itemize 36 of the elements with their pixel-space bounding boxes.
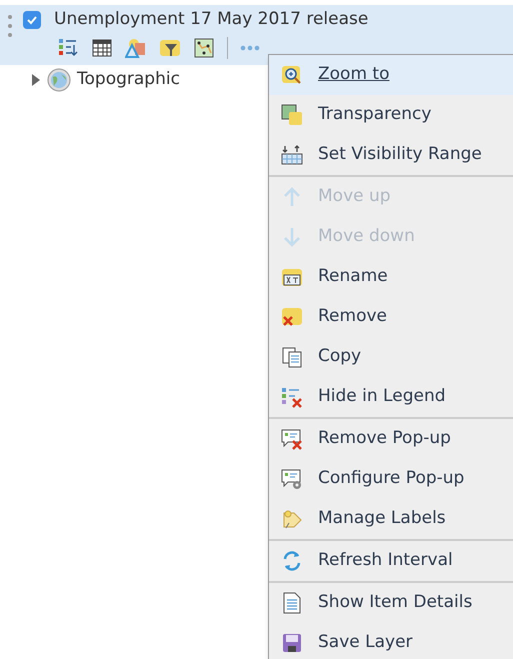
table-icon[interactable] — [91, 37, 113, 59]
globe-icon — [47, 68, 71, 92]
copy-icon — [281, 346, 303, 368]
label-tag-icon — [281, 508, 303, 530]
legend-hide-icon — [281, 386, 303, 408]
menu-item[interactable]: Show Item Details — [269, 583, 513, 623]
menu-item[interactable]: Refresh Interval — [269, 541, 513, 581]
menu-item[interactable]: Copy — [269, 337, 513, 377]
basemap-title: Topographic — [77, 68, 180, 92]
menu-item[interactable]: Rename — [269, 257, 513, 297]
menu-item[interactable]: Set Visibility Range — [269, 135, 513, 175]
expand-arrow-icon[interactable] — [31, 74, 41, 86]
menu-item[interactable]: Remove Pop-up — [269, 419, 513, 459]
popup-remove-icon — [281, 428, 303, 450]
filter-icon[interactable] — [159, 37, 181, 59]
popup-gear-icon — [281, 468, 303, 490]
down-arrow-icon — [281, 226, 303, 248]
layer-checkbox[interactable] — [23, 11, 41, 29]
rename-icon — [281, 266, 303, 288]
layers-icon — [281, 104, 303, 126]
zoom-in-icon — [281, 64, 303, 86]
menu-item[interactable]: Save Layer — [269, 623, 513, 659]
menu-item[interactable]: Manage Labels — [269, 499, 513, 539]
check-icon — [26, 14, 38, 26]
menu-item[interactable]: Remove — [269, 297, 513, 337]
range-icon — [281, 144, 303, 166]
remove-icon — [281, 306, 303, 328]
layer-row[interactable]: Unemployment 17 May 2017 release — [0, 5, 513, 65]
menu-item[interactable]: Transparency — [269, 95, 513, 135]
menu-item[interactable]: Hide in Legend — [269, 377, 513, 417]
document-icon — [281, 592, 303, 614]
layer-title: Unemployment 17 May 2017 release — [54, 8, 368, 32]
refresh-icon — [281, 550, 303, 572]
menu-item[interactable]: Configure Pop-up — [269, 459, 513, 499]
menu-item[interactable]: Zoom to — [269, 55, 513, 95]
map-icon[interactable] — [193, 37, 215, 59]
